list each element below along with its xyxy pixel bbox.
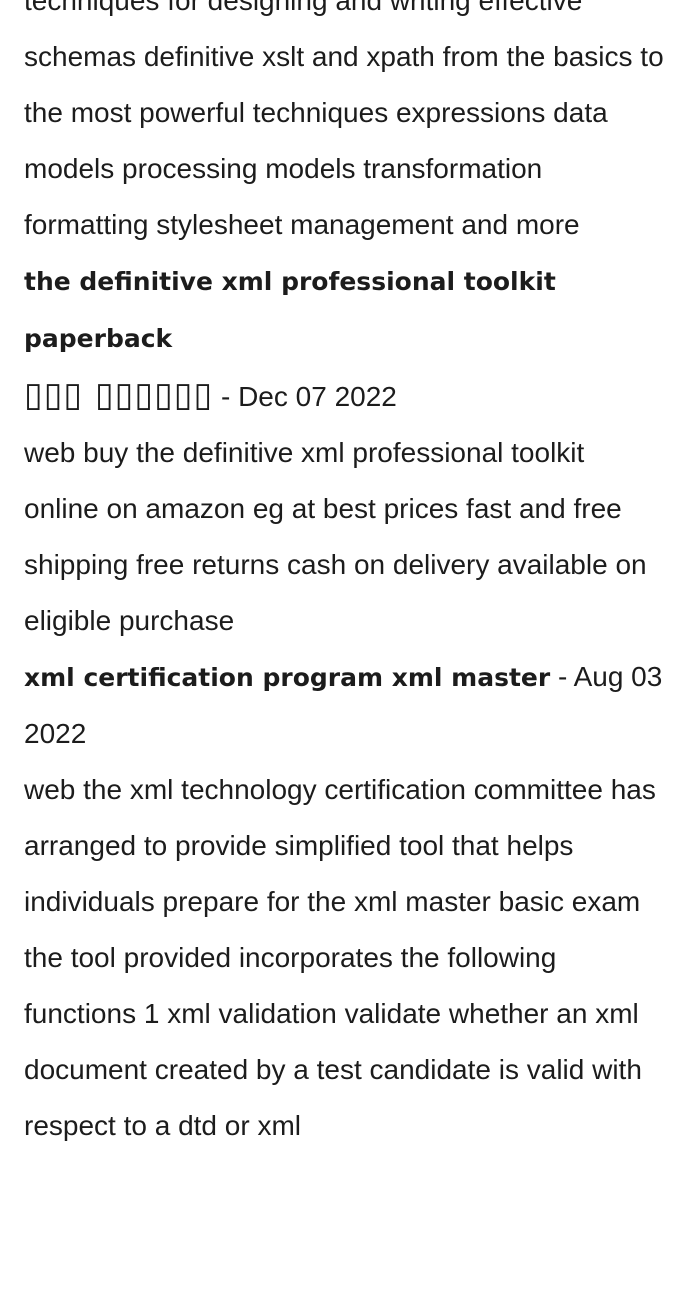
section-title: the definitive xml professional toolkit … [24, 267, 556, 353]
section-title: xml certification program xml master [24, 663, 551, 692]
section-body-toolkit: web buy the definitive xml professional … [24, 437, 647, 636]
section-title-glyphs: ▯▯▯ ▯▯▯▯▯▯ [24, 375, 214, 415]
section-heading-toolkit: the definitive xml professional toolkit … [24, 253, 665, 425]
intro-paragraph: techniques for designing and writing eff… [24, 0, 664, 240]
section-body-certification: web the xml technology certification com… [24, 774, 656, 1141]
section-heading-certification: xml certification program xml master - A… [24, 649, 665, 762]
section-date: - Dec 07 2022 [213, 381, 397, 412]
document-page: techniques for designing and writing eff… [0, 0, 673, 1154]
